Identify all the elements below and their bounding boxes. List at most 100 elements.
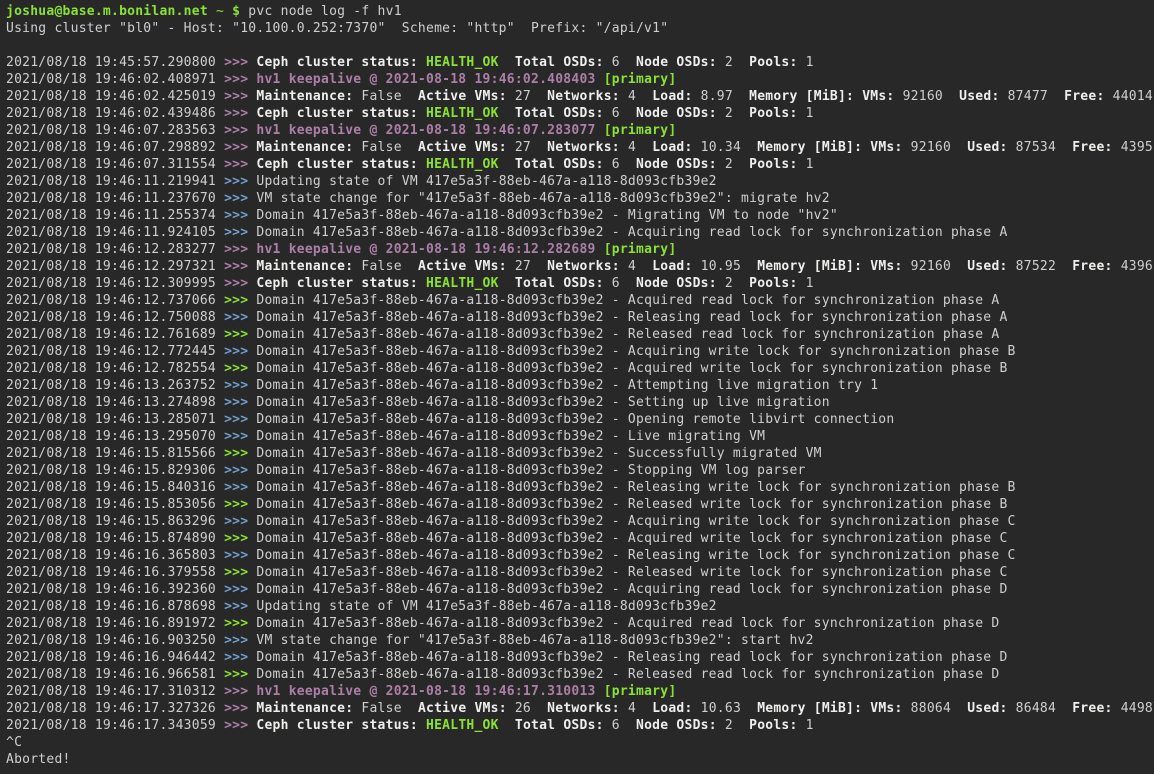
log-segment: 92160 [903, 259, 968, 274]
log-level-marker-status: >>> [224, 701, 256, 716]
log-segment: 8.97 [693, 89, 750, 104]
prompt-command: pvc node log -f hv1 [240, 4, 402, 19]
log-line: 2021/08/18 19:46:07.298892 >>> Maintenan… [6, 139, 1154, 156]
log-timestamp: 2021/08/18 19:46:12.309995 [6, 276, 224, 291]
log-segment: Domain 417e5a3f-88eb-467a-a118-8d093cfb3… [256, 480, 1015, 495]
log-segment: Domain 417e5a3f-88eb-467a-a118-8d093cfb3… [256, 327, 999, 342]
log-level-marker-info: >>> [224, 225, 256, 240]
log-line: 2021/08/18 19:46:17.310312 >>> hv1 keepa… [6, 683, 1154, 700]
log-level-marker-info: >>> [224, 429, 256, 444]
log-segment: 1 [798, 106, 814, 121]
log-level-marker-info: >>> [224, 463, 256, 478]
log-segment: 10.63 [693, 701, 758, 716]
log-segment: Domain 417e5a3f-88eb-467a-a118-8d093cfb3… [256, 412, 894, 427]
log-line: 2021/08/18 19:46:07.283563 >>> hv1 keepa… [6, 122, 1154, 139]
log-timestamp: 2021/08/18 19:46:12.750088 [6, 310, 224, 325]
log-line: 2021/08/18 19:46:02.425019 >>> Maintenan… [6, 88, 1154, 105]
log-segment: Domain 417e5a3f-88eb-467a-a118-8d093cfb3… [256, 463, 805, 478]
log-segment: hv1 keepalive @ 2021-08-18 19:46:17.3100… [256, 684, 595, 699]
log-timestamp: 2021/08/18 19:46:15.829306 [6, 463, 224, 478]
log-line: 2021/08/18 19:46:11.219941 >>> Updating … [6, 173, 1154, 190]
log-segment: Pools: [749, 55, 797, 70]
log-segment: Domain 417e5a3f-88eb-467a-a118-8d093cfb3… [256, 514, 1015, 529]
log-segment: Domain 417e5a3f-88eb-467a-a118-8d093cfb3… [256, 395, 829, 410]
log-timestamp: 2021/08/18 19:46:15.840316 [6, 480, 224, 495]
log-level-marker-info: >>> [224, 650, 256, 665]
log-segment: 88064 [903, 701, 968, 716]
log-line: 2021/08/18 19:46:02.439486 >>> Ceph clus… [6, 105, 1154, 122]
log-level-marker-ok: >>> [224, 327, 256, 342]
log-segment: 1 [798, 157, 814, 172]
log-level-marker-ok: >>> [224, 446, 256, 461]
log-segment: [primary] [604, 123, 677, 138]
cluster-info-line: Using cluster "bl0" - Host: "10.100.0.25… [6, 20, 1154, 37]
log-segment: Active VMs: [418, 89, 507, 104]
log-line: 2021/08/18 19:46:16.891972 >>> Domain 41… [6, 615, 1154, 632]
log-timestamp: 2021/08/18 19:46:07.311554 [6, 157, 224, 172]
log-line: 2021/08/18 19:46:16.966581 >>> Domain 41… [6, 666, 1154, 683]
log-segment: Load: [652, 701, 692, 716]
log-segment [854, 89, 862, 104]
log-timestamp: 2021/08/18 19:46:15.815566 [6, 446, 224, 461]
log-segment: Memory [MiB]: [757, 140, 862, 155]
log-segment: 2 [717, 55, 749, 70]
log-timestamp: 2021/08/18 19:46:16.379558 [6, 565, 224, 580]
log-segment: Memory [MiB]: [757, 259, 862, 274]
log-segment: False [353, 701, 418, 716]
log-level-marker-status: >>> [224, 89, 256, 104]
log-segment: Domain 417e5a3f-88eb-467a-a118-8d093cfb3… [256, 361, 1007, 376]
log-line: 2021/08/18 19:46:16.903250 >>> VM state … [6, 632, 1154, 649]
log-segment: 2 [717, 157, 749, 172]
log-line: 2021/08/18 19:46:15.853056 >>> Domain 41… [6, 496, 1154, 513]
log-line: 2021/08/18 19:46:12.750088 >>> Domain 41… [6, 309, 1154, 326]
log-segment: [primary] [604, 684, 677, 699]
log-segment: Used: [959, 89, 999, 104]
log-timestamp: 2021/08/18 19:46:13.285071 [6, 412, 224, 427]
log-segment: 43951 [1113, 140, 1154, 155]
log-line: 2021/08/18 19:46:16.392360 >>> Domain 41… [6, 581, 1154, 598]
log-segment: Ceph cluster status: [256, 718, 418, 733]
log-segment: hv1 keepalive @ 2021-08-18 19:46:02.4084… [256, 72, 595, 87]
log-level-marker-ok: >>> [224, 667, 256, 682]
log-line: 2021/08/18 19:46:12.283277 >>> hv1 keepa… [6, 241, 1154, 258]
log-timestamp: 2021/08/18 19:46:12.782554 [6, 361, 224, 376]
log-segment: Domain 417e5a3f-88eb-467a-a118-8d093cfb3… [256, 344, 1015, 359]
log-timestamp: 2021/08/18 19:46:13.274898 [6, 395, 224, 410]
log-segment: 27 [507, 89, 547, 104]
log-timestamp: 2021/08/18 19:46:12.761689 [6, 327, 224, 342]
log-segment [596, 684, 604, 699]
log-segment: HEALTH_OK [426, 276, 499, 291]
prompt-line: joshua@base.m.bonilan.net ~ $ pvc node l… [6, 3, 1154, 20]
log-segment: Domain 417e5a3f-88eb-467a-a118-8d093cfb3… [256, 497, 1007, 512]
log-segment: Free: [1072, 701, 1112, 716]
log-segment [499, 718, 515, 733]
log-segment [499, 157, 515, 172]
log-segment: False [353, 89, 418, 104]
log-line: 2021/08/18 19:46:12.297321 >>> Maintenan… [6, 258, 1154, 275]
log-segment: Node OSDs: [636, 276, 717, 291]
log-timestamp: 2021/08/18 19:45:57.290800 [6, 55, 224, 70]
log-level-marker-info: >>> [224, 633, 256, 648]
log-level-marker-info: >>> [224, 191, 256, 206]
log-segment: Used: [967, 701, 1007, 716]
log-line: 2021/08/18 19:46:15.874890 >>> Domain 41… [6, 530, 1154, 547]
log-level-marker-info: >>> [224, 310, 256, 325]
log-segment: Maintenance: [256, 259, 353, 274]
log-segment: VMs: [870, 140, 902, 155]
log-segment: Domain 417e5a3f-88eb-467a-a118-8d093cfb3… [256, 616, 999, 631]
log-segment: Total OSDs: [515, 106, 604, 121]
log-segment: 6 [604, 276, 636, 291]
log-level-marker-status: >>> [224, 106, 256, 121]
log-timestamp: 2021/08/18 19:46:02.425019 [6, 89, 224, 104]
log-timestamp: 2021/08/18 19:46:07.298892 [6, 140, 224, 155]
log-segment: 2 [717, 276, 749, 291]
log-segment: Memory [MiB]: [757, 701, 862, 716]
log-segment: Ceph cluster status: [256, 55, 418, 70]
log-segment: Node OSDs: [636, 157, 717, 172]
log-segment: Updating state of VM 417e5a3f-88eb-467a-… [256, 174, 716, 189]
log-segment: Load: [652, 259, 692, 274]
log-timestamp: 2021/08/18 19:46:12.297321 [6, 259, 224, 274]
log-timestamp: 2021/08/18 19:46:15.863296 [6, 514, 224, 529]
log-level-marker-ok: >>> [224, 497, 256, 512]
log-segment: Total OSDs: [515, 718, 604, 733]
